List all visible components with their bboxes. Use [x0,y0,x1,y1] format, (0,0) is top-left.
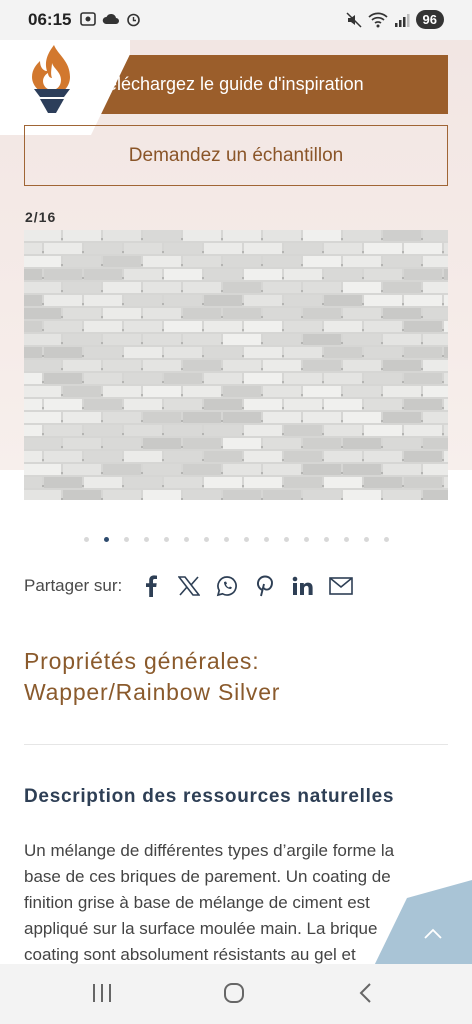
pagination-dot[interactable] [303,537,309,542]
pagination-dot[interactable] [83,537,89,542]
pagination-dot[interactable] [283,537,289,542]
status-bar: 06:15 96 [0,0,472,40]
pagination-dot[interactable] [363,537,369,542]
mail-icon[interactable] [322,572,360,600]
whatsapp-icon[interactable] [208,572,246,600]
status-notification-icons [80,12,141,27]
mute-icon [346,11,362,28]
request-sample-label: Demandez un échantillon [128,144,344,166]
request-sample-button[interactable]: Demandez un échantillon [24,125,448,186]
facebook-icon[interactable] [132,572,170,600]
status-system-icons: 96 [346,10,444,29]
pagination-dot[interactable] [123,537,129,542]
section-title: Description des ressources naturelles [24,786,395,807]
pagination-dot[interactable] [203,537,209,542]
pagination-dot[interactable] [343,537,349,542]
wifi-icon [367,12,388,27]
flame-logo-icon[interactable] [26,43,78,115]
recent-apps-icon[interactable] [90,982,114,1004]
share-label: Partager sur: [24,576,123,595]
pagination-dot[interactable] [323,537,329,542]
alarm-icon [127,13,140,27]
product-title-line2: Wapper/Rainbow Silver [24,679,281,705]
x-icon[interactable] [170,572,208,600]
download-guide-label: Téléchargez le guide d'inspiration [96,74,364,94]
share-bar: Partager sur: [24,572,360,600]
pagination-dot[interactable] [163,537,169,542]
pagination-dot[interactable] [223,537,229,542]
battery-indicator: 96 [415,10,444,29]
linkedin-icon[interactable] [284,572,322,600]
product-title: Propriétés générales: Wapper/Rainbow Sil… [24,646,444,708]
pagination-dot[interactable] [263,537,269,542]
pagination-dot[interactable] [243,537,249,542]
chevron-up-icon [424,928,442,939]
pagination-dot[interactable] [143,537,149,542]
status-time: 06:15 [28,10,72,29]
gallery-pagination [0,537,472,542]
pinterest-icon[interactable] [246,572,284,600]
system-navigation-bar [0,964,472,1024]
screenshot-icon [80,12,96,26]
pagination-dot[interactable] [183,537,189,542]
pagination-dot[interactable] [383,537,389,542]
back-icon[interactable] [356,982,376,1004]
pagination-dot[interactable] [103,537,109,542]
download-guide-button[interactable]: Téléchargez le guide d'inspiration [92,55,448,114]
cloud-icon [102,13,119,24]
section-divider [24,744,448,745]
product-title-line1: Propriétés générales: [24,648,260,674]
product-image-brick-wall[interactable] [24,230,448,500]
product-description: Un mélange de différentes types d’argile… [24,841,395,964]
home-icon[interactable] [222,982,246,1004]
gallery-counter: 2/16 [25,209,57,225]
signal-icon [394,13,410,27]
